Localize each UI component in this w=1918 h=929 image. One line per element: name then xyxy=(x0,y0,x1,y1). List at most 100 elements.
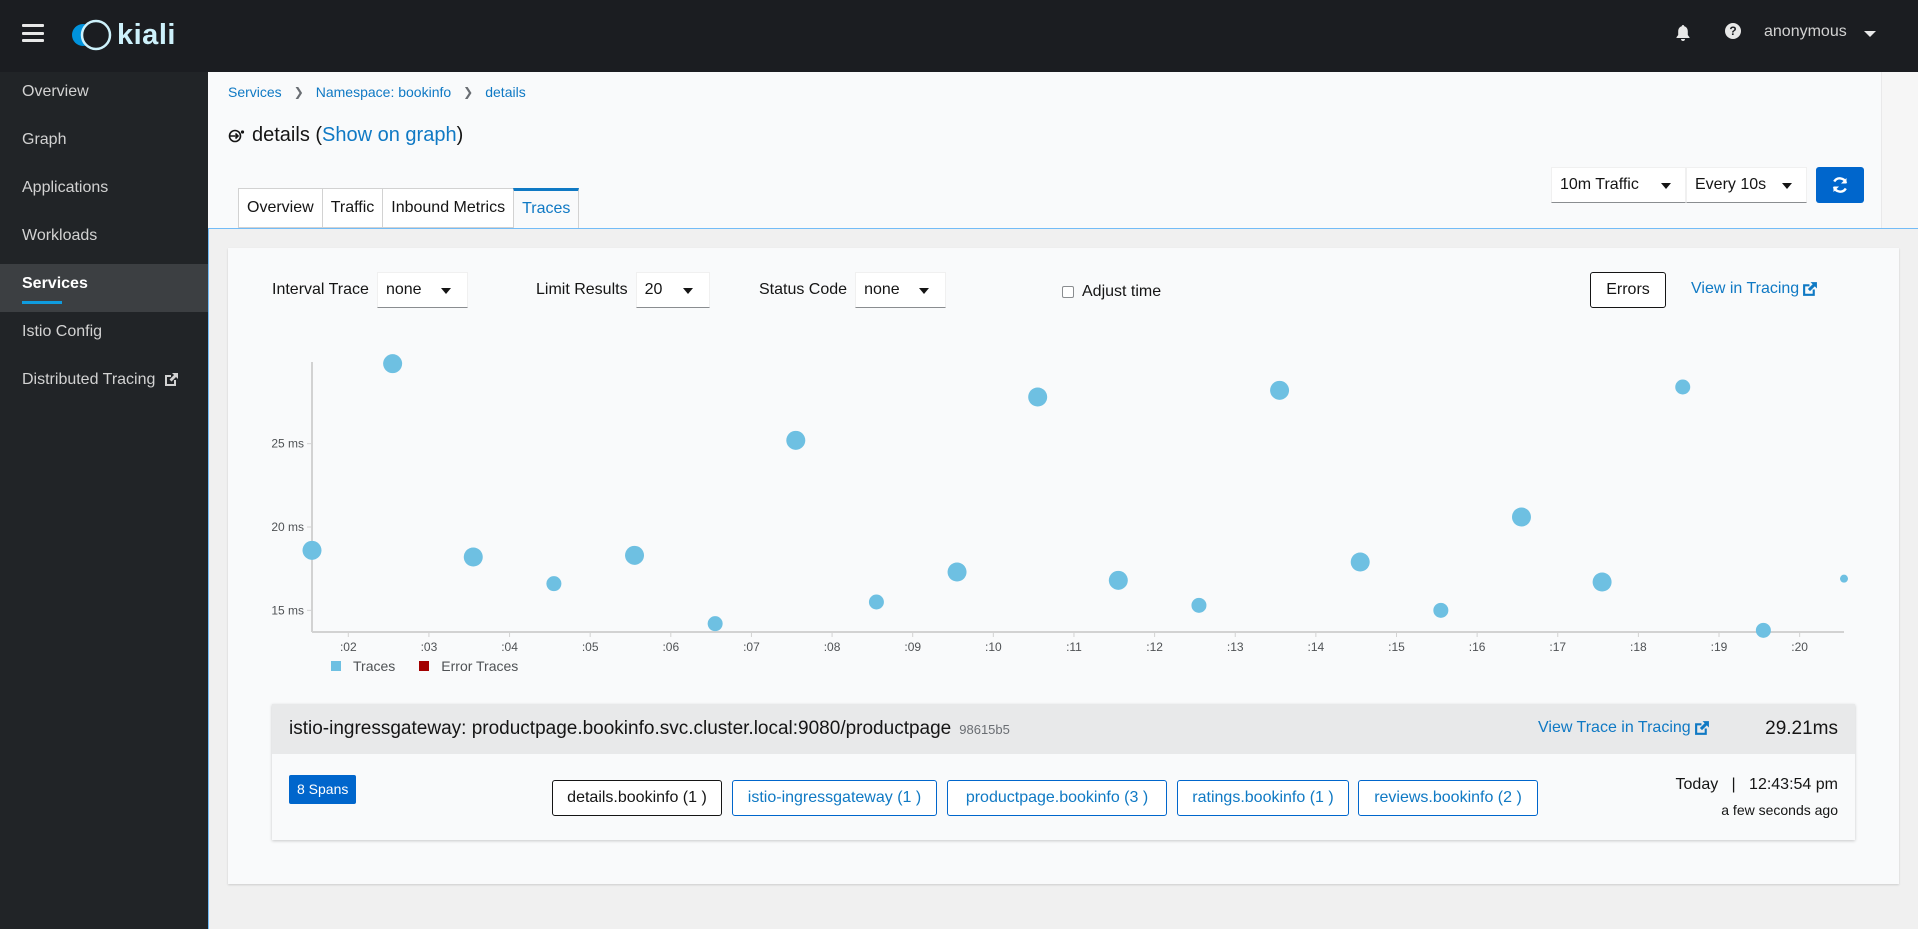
trace-point[interactable] xyxy=(868,594,884,610)
tab-bar: Overview Traffic Inbound Metrics Traces xyxy=(238,188,580,228)
view-in-tracing-label: View in Tracing xyxy=(1691,280,1800,297)
sidebar-item-label: Distributed Tracing xyxy=(22,371,156,388)
refresh-button[interactable] xyxy=(1816,167,1864,203)
caret-down-icon xyxy=(1782,183,1792,189)
sidebar-item-workloads[interactable]: Workloads xyxy=(0,216,208,264)
app-name: kiali xyxy=(117,18,176,51)
caret-down-icon xyxy=(682,288,693,294)
interval-trace-select[interactable]: none xyxy=(376,272,468,308)
trace-point[interactable] xyxy=(302,540,322,560)
trace-point[interactable] xyxy=(1433,602,1449,618)
sidebar-item-label: Services xyxy=(22,275,88,292)
external-link-icon xyxy=(164,373,178,387)
view-trace-in-tracing-link[interactable]: View Trace in Tracing xyxy=(1538,719,1710,737)
caret-down-icon xyxy=(1661,183,1671,189)
breadcrumb-details[interactable]: details xyxy=(485,84,525,100)
trace-point[interactable] xyxy=(786,430,806,450)
trace-point[interactable] xyxy=(1511,507,1531,527)
breadcrumb-separator-icon: ❯ xyxy=(293,85,304,99)
service-button-istio-ingressgateway[interactable]: istio-ingressgateway (1 ) xyxy=(732,780,937,816)
service-button-ratings[interactable]: ratings.bookinfo (1 ) xyxy=(1177,780,1349,816)
masthead: kiali ? anonymous xyxy=(0,0,1918,72)
limit-results-label: Limit Results xyxy=(536,281,628,298)
status-code-value: none xyxy=(864,281,900,298)
trace-point[interactable] xyxy=(463,547,483,567)
tab-overview[interactable]: Overview xyxy=(238,188,322,228)
trace-point[interactable] xyxy=(1755,622,1771,638)
sidebar-item-label: Graph xyxy=(22,131,67,148)
toolbar: 10m Traffic Every 10s xyxy=(1551,167,1864,203)
sidebar-item-applications[interactable]: Applications xyxy=(0,168,208,216)
status-code-filter: Status Code none xyxy=(759,272,947,308)
trace-point[interactable] xyxy=(947,562,967,582)
chart-legend: Traces Error Traces xyxy=(331,658,518,674)
tab-traffic[interactable]: Traffic xyxy=(321,188,383,228)
breadcrumb: Services ❯ Namespace: bookinfo ❯ details xyxy=(228,84,526,100)
kiali-logo-icon xyxy=(72,19,112,51)
sidebar-item-graph[interactable]: Graph xyxy=(0,120,208,168)
external-link-icon xyxy=(1694,721,1709,735)
show-on-graph-link[interactable]: Show on graph xyxy=(322,124,457,147)
duration-select[interactable]: 10m Traffic xyxy=(1551,167,1686,203)
trace-point[interactable] xyxy=(1840,574,1848,583)
spans-count-badge: 8 Spans xyxy=(289,775,357,804)
legend-swatch-traces xyxy=(331,661,341,671)
sidebar-item-label: Istio Config xyxy=(22,323,103,340)
service-name: details xyxy=(252,124,310,146)
service-button-productpage[interactable]: productpage.bookinfo (3 ) xyxy=(947,780,1167,816)
trace-point[interactable] xyxy=(546,576,562,592)
view-in-tracing-link[interactable]: View in Tracing xyxy=(1691,280,1818,298)
trace-title: istio-ingressgateway: productpage.bookin… xyxy=(289,718,1010,740)
hamburger-menu-icon[interactable] xyxy=(22,24,44,42)
trace-point[interactable] xyxy=(707,616,723,632)
kiali-logo[interactable]: kiali xyxy=(69,18,176,52)
errors-button[interactable]: Errors xyxy=(1590,272,1666,308)
duration-value: 10m Traffic xyxy=(1560,176,1639,193)
user-menu[interactable]: anonymous xyxy=(1764,23,1847,41)
sidebar-item-services[interactable]: Services xyxy=(0,264,208,312)
user-menu-caret-icon[interactable] xyxy=(1864,31,1876,37)
view-trace-label: View Trace in Tracing xyxy=(1538,719,1691,736)
status-code-select[interactable]: none xyxy=(855,272,947,308)
sidebar-item-overview[interactable]: Overview xyxy=(0,72,208,120)
trace-point[interactable] xyxy=(383,354,403,374)
refresh-interval-select[interactable]: Every 10s xyxy=(1686,167,1807,203)
trace-point[interactable] xyxy=(1028,387,1048,407)
caret-down-icon xyxy=(919,288,930,294)
adjust-time-checkbox[interactable] xyxy=(1062,286,1074,298)
trace-point[interactable] xyxy=(1270,380,1290,400)
paren-close: ) xyxy=(456,124,464,146)
limit-results-select[interactable]: 20 xyxy=(635,272,710,308)
sidebar-item-label: Workloads xyxy=(22,227,98,244)
trace-point[interactable] xyxy=(1108,570,1128,590)
sidebar-nav: Overview Graph Applications Workloads Se… xyxy=(0,72,208,929)
breadcrumb-namespace[interactable]: Namespace: bookinfo xyxy=(316,84,451,100)
sidebar-item-istio-config[interactable]: Istio Config xyxy=(0,312,208,360)
paren-open: ( xyxy=(309,124,323,146)
sidebar-item-label: Applications xyxy=(22,179,109,196)
trace-timestamp: Today | 12:43:54 pm xyxy=(1675,776,1838,793)
trace-point[interactable] xyxy=(625,545,645,565)
notifications-bell-icon[interactable] xyxy=(1676,24,1690,42)
limit-results-value: 20 xyxy=(644,281,663,298)
trace-point[interactable] xyxy=(1592,572,1612,592)
trace-name: istio-ingressgateway: productpage.bookin… xyxy=(289,718,952,739)
legend-swatch-error-traces xyxy=(419,661,430,671)
tab-traces[interactable]: Traces xyxy=(513,188,580,228)
sidebar-item-distributed-tracing[interactable]: Distributed Tracing xyxy=(0,360,208,408)
trace-point[interactable] xyxy=(1350,552,1370,572)
tab-inbound-metrics[interactable]: Inbound Metrics xyxy=(382,188,514,228)
interval-trace-filter: Interval Trace none xyxy=(272,272,468,308)
trace-relative-time: a few seconds ago xyxy=(1721,802,1838,818)
trace-point[interactable] xyxy=(1191,597,1207,613)
breadcrumb-services[interactable]: Services xyxy=(228,84,282,100)
page-title: details (Show on graph) xyxy=(228,124,463,147)
legend-label-traces: Traces xyxy=(353,658,396,674)
service-button-reviews[interactable]: reviews.bookinfo (2 ) xyxy=(1358,780,1538,816)
external-link-icon xyxy=(1803,282,1818,296)
selected-trace-card: istio-ingressgateway: productpage.bookin… xyxy=(272,704,1855,840)
help-icon[interactable]: ? xyxy=(1725,23,1741,39)
trace-duration: 29.21ms xyxy=(1765,718,1838,739)
service-button-details[interactable]: details.bookinfo (1 ) xyxy=(552,780,722,816)
trace-point[interactable] xyxy=(1675,379,1691,395)
